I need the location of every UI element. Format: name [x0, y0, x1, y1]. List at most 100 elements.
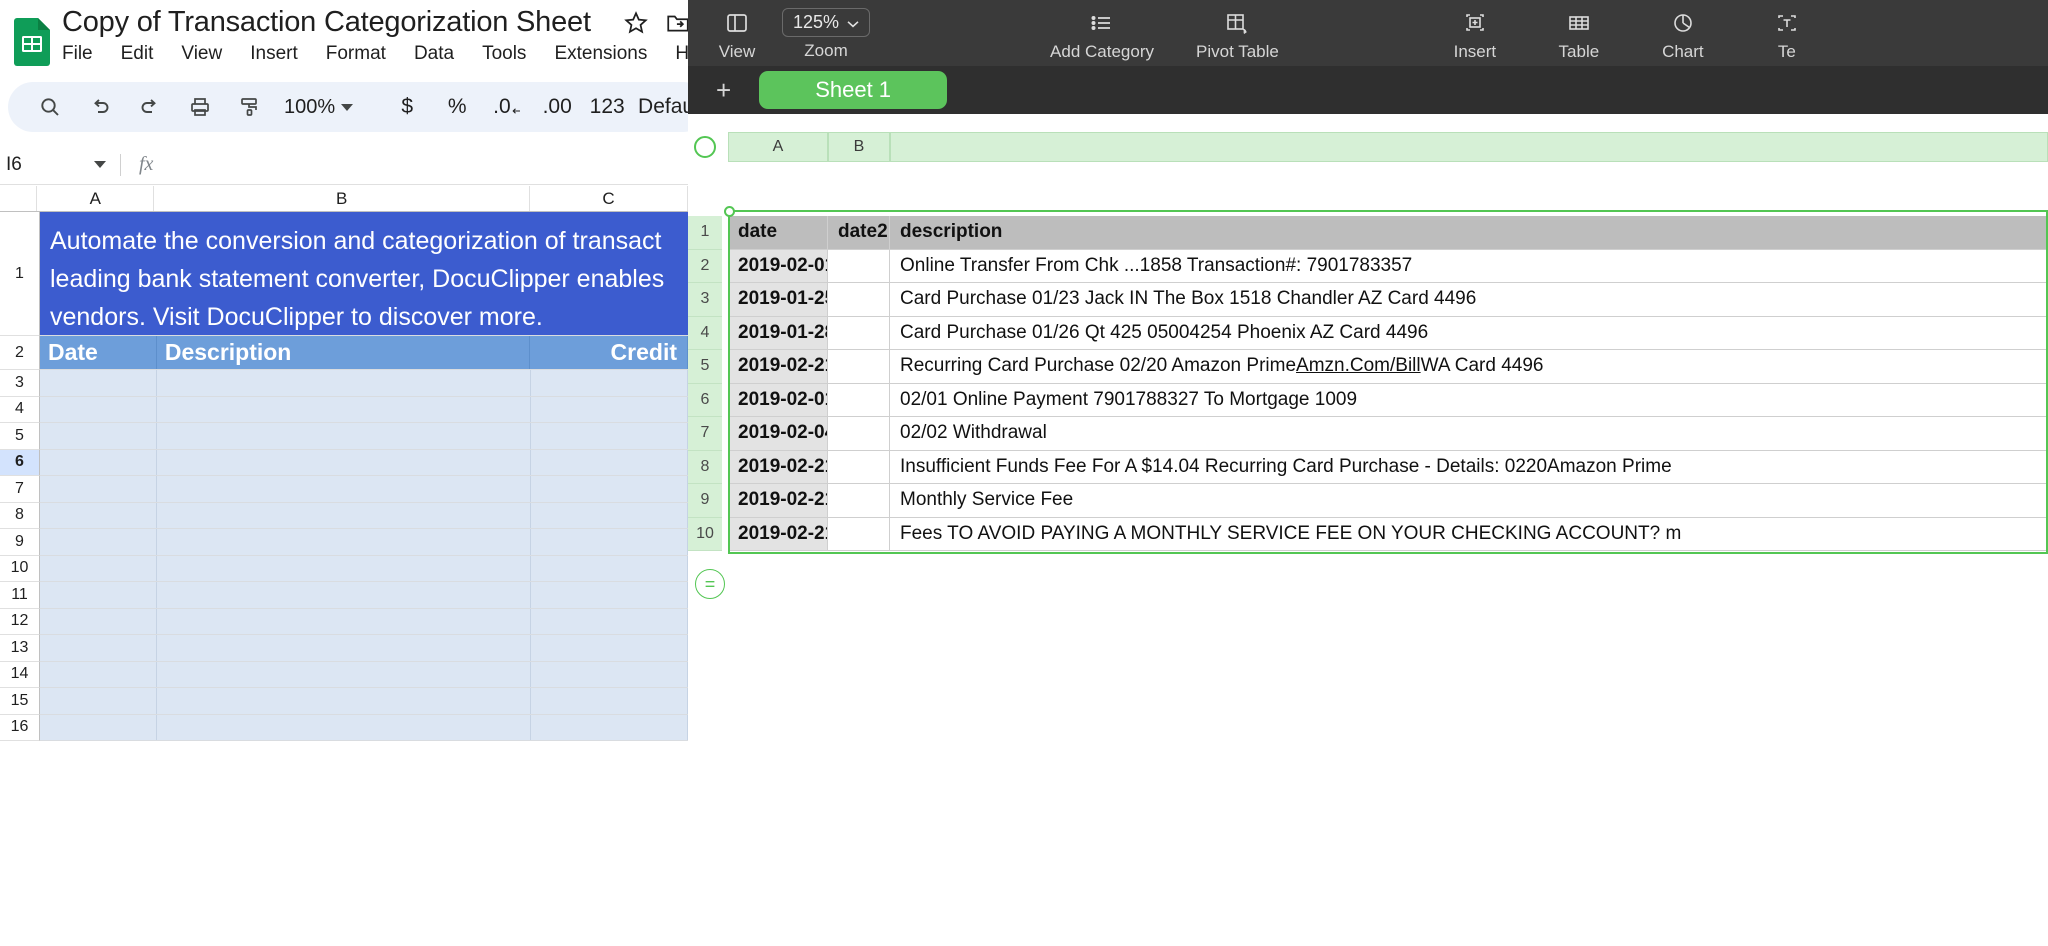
sheet-tab-sheet-1[interactable]: Sheet 1: [759, 71, 947, 109]
add-sheet-button[interactable]: +: [708, 77, 739, 103]
decrease-decimal-button[interactable]: .0: [487, 87, 527, 127]
formula-equals-button[interactable]: =: [695, 569, 725, 599]
cell-date[interactable]: 2019-01-28: [728, 317, 828, 351]
grid-cell[interactable]: [531, 503, 688, 529]
grid-cell[interactable]: [531, 688, 688, 714]
row-header-11[interactable]: 11: [0, 582, 40, 609]
sheet-row-header-9[interactable]: 9: [688, 484, 722, 518]
grid-cell[interactable]: [531, 397, 688, 423]
font-family-select[interactable]: Defaul...: [657, 87, 688, 127]
cell-date2[interactable]: [828, 518, 890, 552]
grid-cell[interactable]: [157, 635, 531, 661]
toolbar-pivot-table-button[interactable]: Pivot Table: [1196, 0, 1279, 62]
star-icon[interactable]: [623, 10, 649, 36]
row-header-16[interactable]: 16: [0, 715, 40, 742]
row-header-12[interactable]: 12: [0, 609, 40, 636]
cell-description[interactable]: 02/01 Online Payment 7901788327 To Mortg…: [890, 384, 2048, 418]
row-header-9[interactable]: 9: [0, 529, 40, 556]
grid-cell[interactable]: [40, 370, 157, 396]
row-header-15[interactable]: 15: [0, 688, 40, 715]
print-icon[interactable]: [180, 87, 220, 127]
row-header-10[interactable]: 10: [0, 556, 40, 583]
grid-cell[interactable]: [157, 688, 531, 714]
grid-cell[interactable]: [157, 582, 531, 608]
grid-cell[interactable]: [531, 529, 688, 555]
grid-cell[interactable]: [40, 556, 157, 582]
cell-date2[interactable]: [828, 417, 890, 451]
redo-icon[interactable]: [130, 87, 170, 127]
row-header-8[interactable]: 8: [0, 503, 40, 530]
toolbar-add-category-button[interactable]: Add Category: [1050, 0, 1154, 62]
grid-cell[interactable]: [157, 503, 531, 529]
column-header-b[interactable]: B: [154, 186, 530, 211]
cell-date[interactable]: 2019-02-21: [728, 518, 828, 552]
grid-cell[interactable]: [157, 556, 531, 582]
menu-item-file[interactable]: File: [62, 43, 93, 65]
cell-date[interactable]: 2019-02-01: [728, 384, 828, 418]
grid-cell[interactable]: [531, 370, 688, 396]
toolbar-text-button[interactable]: Te: [1756, 0, 1818, 62]
undo-icon[interactable]: [80, 87, 120, 127]
grid-cell[interactable]: [531, 476, 688, 502]
cell-date2[interactable]: [828, 451, 890, 485]
grid-cell[interactable]: [157, 397, 531, 423]
sheet-row-header-1[interactable]: 1: [688, 216, 722, 250]
name-box-chevron-down-icon[interactable]: [94, 161, 106, 168]
search-icon[interactable]: [30, 87, 70, 127]
grid-cell[interactable]: [40, 688, 157, 714]
row-header-6[interactable]: 6: [0, 450, 40, 477]
zoom-chevron-down-icon[interactable]: [341, 104, 353, 111]
menu-item-tools[interactable]: Tools: [482, 43, 526, 65]
toolbar-table-button[interactable]: Table: [1548, 0, 1610, 62]
column-header-c[interactable]: C: [530, 186, 688, 211]
row-header-14[interactable]: 14: [0, 662, 40, 689]
sheet-row-header-5[interactable]: 5: [688, 350, 722, 384]
move-to-folder-icon[interactable]: [665, 10, 688, 36]
header-cell-date2[interactable]: date2: [828, 216, 890, 250]
grid-cell[interactable]: [157, 476, 531, 502]
grid-cell[interactable]: [157, 662, 531, 688]
cell-description[interactable]: Card Purchase 01/23 Jack IN The Box 1518…: [890, 283, 2048, 317]
sheet-row-header-6[interactable]: 6: [688, 384, 722, 418]
cell-date2[interactable]: [828, 250, 890, 284]
grid-cell[interactable]: [531, 556, 688, 582]
menu-item-edit[interactable]: Edit: [121, 43, 154, 65]
menu-item-data[interactable]: Data: [414, 43, 454, 65]
grid-cell[interactable]: [40, 662, 157, 688]
column-header-a[interactable]: A: [37, 186, 154, 211]
grid-cell[interactable]: [40, 609, 157, 635]
row-header-4[interactable]: 4: [0, 397, 40, 424]
cell-description[interactable]: Online Transfer From Chk ...1858 Transac…: [890, 250, 2048, 284]
grid-cell[interactable]: [157, 450, 531, 476]
sheet-column-header-rest[interactable]: [890, 132, 2048, 162]
cell-date2[interactable]: [828, 484, 890, 518]
grid-cell[interactable]: [531, 450, 688, 476]
cell-date2[interactable]: [828, 384, 890, 418]
grid-cell[interactable]: [531, 582, 688, 608]
grid-cell[interactable]: [157, 370, 531, 396]
cell-date[interactable]: 2019-02-21: [728, 451, 828, 485]
document-title[interactable]: Copy of Transaction Categorization Sheet: [62, 6, 591, 39]
grid-cell[interactable]: [157, 529, 531, 555]
header-cell-date[interactable]: date: [728, 216, 828, 250]
select-all-button[interactable]: [688, 132, 722, 162]
cell-date[interactable]: 2019-02-21: [728, 350, 828, 384]
toolbar-insert-button[interactable]: Insert: [1444, 0, 1506, 62]
grid-cell[interactable]: [531, 635, 688, 661]
cell-date2[interactable]: [828, 350, 890, 384]
cell-description[interactable]: Recurring Card Purchase 02/20 Amazon Pri…: [890, 350, 2048, 384]
grid-cell[interactable]: [157, 609, 531, 635]
menu-item-help[interactable]: Help: [675, 43, 688, 65]
percent-format-button[interactable]: %: [437, 87, 477, 127]
row-header-1[interactable]: 1: [0, 212, 40, 336]
sheet-column-header-a[interactable]: A: [728, 132, 828, 162]
grid-cell[interactable]: [40, 582, 157, 608]
grid-cell[interactable]: [40, 476, 157, 502]
grid-cell[interactable]: [40, 450, 157, 476]
row-header-7[interactable]: 7: [0, 476, 40, 503]
toolbar-view-button[interactable]: View: [706, 0, 768, 62]
cell-description[interactable]: Card Purchase 01/26 Qt 425 05004254 Phoe…: [890, 317, 2048, 351]
sheet-row-header-10[interactable]: 10: [688, 518, 722, 552]
sheet-row-header-7[interactable]: 7: [688, 417, 722, 451]
menu-item-format[interactable]: Format: [326, 43, 386, 65]
